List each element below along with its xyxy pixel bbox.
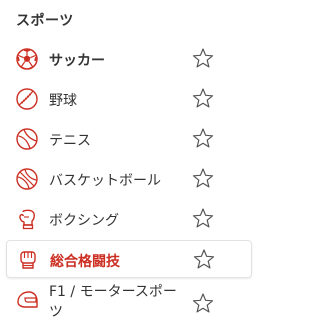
sport-item-basketball[interactable]: バスケットボール	[6, 160, 252, 198]
sport-item-tennis[interactable]: テニス	[6, 120, 252, 158]
favorite-star-icon[interactable]	[192, 167, 214, 189]
soccer-ball-icon	[16, 48, 38, 70]
sport-label: 総合格闘技	[50, 254, 120, 270]
sport-label: 野球	[49, 93, 77, 109]
sport-label: F1 / モータースポーツ	[49, 284, 177, 320]
sport-label: ボクシング	[49, 213, 119, 229]
sports-header: スポーツ	[16, 13, 74, 29]
tennis-ball-icon	[16, 128, 38, 150]
racing-helmet-icon	[16, 290, 38, 312]
sport-item-motorsport[interactable]: F1 / モータースポーツ	[6, 280, 252, 322]
sport-label: バスケットボール	[49, 173, 161, 189]
baseball-icon	[16, 88, 38, 110]
favorite-star-icon[interactable]	[192, 207, 214, 229]
sport-label: テニス	[49, 133, 91, 149]
sport-item-mma[interactable]: 総合格闘技	[6, 240, 252, 278]
favorite-star-icon[interactable]	[192, 47, 214, 69]
favorite-star-icon[interactable]	[192, 292, 214, 314]
favorite-star-icon[interactable]	[192, 127, 214, 149]
favorite-star-icon[interactable]	[193, 248, 215, 270]
mma-glove-icon	[17, 249, 39, 271]
sport-item-baseball[interactable]: 野球	[6, 80, 252, 118]
basketball-icon	[16, 168, 38, 190]
sport-item-boxing[interactable]: ボクシング	[6, 200, 252, 238]
favorite-star-icon[interactable]	[192, 87, 214, 109]
sport-item-soccer[interactable]: サッカー	[6, 40, 252, 78]
sport-label: サッカー	[49, 53, 105, 69]
boxing-glove-icon	[16, 208, 38, 230]
